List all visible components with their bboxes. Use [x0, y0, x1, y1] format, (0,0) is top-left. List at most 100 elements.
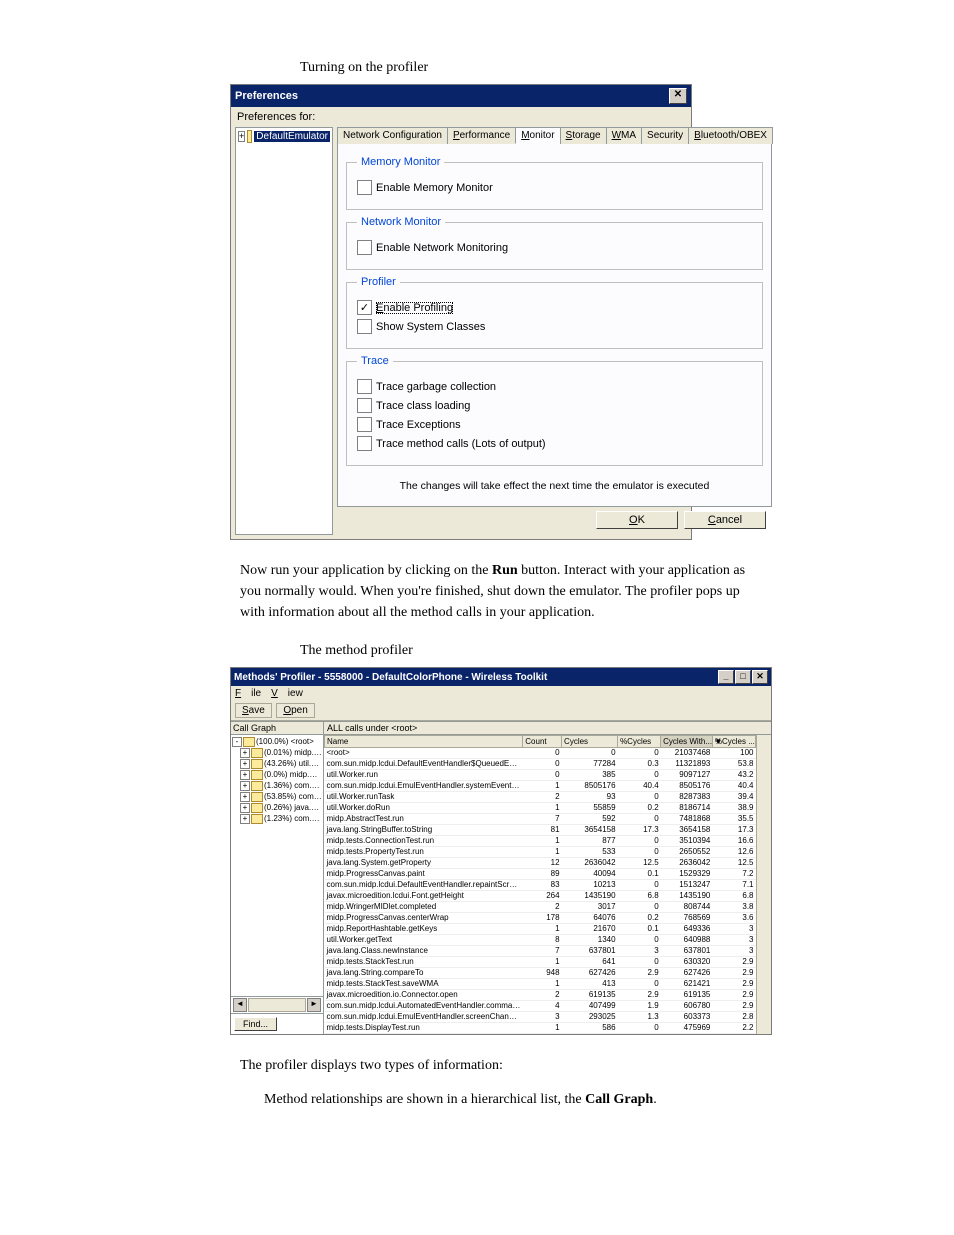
- checkbox-icon[interactable]: [357, 398, 372, 413]
- checkbox-row[interactable]: Enable Network Monitoring: [357, 240, 752, 255]
- tree-node[interactable]: +(53.85%) com.sun.midp.lcdui…: [232, 791, 322, 802]
- table-row[interactable]: javax.microedition.lcdui.Font.getHeight2…: [325, 891, 756, 902]
- method-table[interactable]: NameCountCycles%CyclesCycles With... ▼%C…: [324, 735, 756, 1034]
- table-row[interactable]: java.lang.StringBuffer.toString813654158…: [325, 825, 756, 836]
- table-row[interactable]: midp.ProgressCanvas.centerWrap178640760.…: [325, 913, 756, 924]
- close-button[interactable]: ✕: [752, 670, 768, 684]
- checkbox-icon[interactable]: [357, 240, 372, 255]
- checkbox-icon[interactable]: [357, 436, 372, 451]
- tree-node[interactable]: +(0.0%) midp.ProgressCanva…: [232, 769, 322, 780]
- scroll-right-icon[interactable]: ►: [307, 998, 321, 1012]
- tree-node[interactable]: +(0.01%) midp.tests.ThreadT…: [232, 747, 322, 758]
- expand-icon[interactable]: +: [240, 748, 250, 758]
- table-row[interactable]: java.lang.System.getProperty12263604212.…: [325, 858, 756, 869]
- cancel-button[interactable]: Cancel: [684, 511, 766, 529]
- table-row[interactable]: com.sun.midp.lcdui.EmulEventHandler.scre…: [325, 1012, 756, 1023]
- tab-bluetooth-obex[interactable]: Bluetooth/OBEX: [688, 127, 773, 144]
- tree-node[interactable]: -(100.0%) <root>: [232, 736, 322, 747]
- menu-file[interactable]: File: [235, 688, 261, 699]
- expand-icon[interactable]: +: [240, 770, 250, 780]
- table-row[interactable]: com.sun.midp.lcdui.DefaultEventHandler$Q…: [325, 759, 756, 770]
- checkbox-icon[interactable]: ✓: [357, 300, 372, 315]
- column-header[interactable]: %Cycles ...: [712, 736, 755, 748]
- column-header[interactable]: Cycles With... ▼: [661, 736, 713, 748]
- find-button[interactable]: Find...: [234, 1017, 277, 1031]
- table-row[interactable]: midp.tests.StackTest.run164106303202.9: [325, 957, 756, 968]
- table-row[interactable]: midp.ProgressCanvas.paint89400940.115293…: [325, 869, 756, 880]
- table-cell: util.Worker.runTask: [325, 792, 523, 803]
- table-cell: 35.5: [712, 814, 755, 825]
- table-row[interactable]: com.sun.midp.lcdui.AutomatedEventHandler…: [325, 1001, 756, 1012]
- tree-node[interactable]: +(1.36%) com.sun.midp.midlet…: [232, 780, 322, 791]
- checkbox-icon[interactable]: [357, 319, 372, 334]
- checkbox-icon[interactable]: [357, 180, 372, 195]
- method-table-pane: ALL calls under <root> NameCountCycles%C…: [324, 722, 771, 1034]
- checkbox-row[interactable]: Show System Classes: [357, 319, 752, 334]
- table-row[interactable]: midp.ReportHashtable.getKeys1216700.1649…: [325, 924, 756, 935]
- column-header[interactable]: Count: [523, 736, 562, 748]
- expand-icon[interactable]: +: [240, 781, 250, 791]
- minimize-button[interactable]: _: [718, 670, 734, 684]
- scroll-left-icon[interactable]: ◄: [233, 998, 247, 1012]
- table-row[interactable]: midp.tests.ConnectionTest.run18770351039…: [325, 836, 756, 847]
- tab-monitor[interactable]: Monitor: [515, 127, 560, 144]
- tree-node[interactable]: +(43.26%) util.Worker.run: [232, 758, 322, 769]
- table-row[interactable]: midp.tests.DisplayTest.run158604759692.2: [325, 1023, 756, 1034]
- tree-pane[interactable]: + DefaultEmulator: [235, 127, 333, 535]
- column-header[interactable]: Cycles: [562, 736, 618, 748]
- table-row[interactable]: java.lang.String.compareTo9486274262.962…: [325, 968, 756, 979]
- expand-icon[interactable]: +: [238, 131, 245, 142]
- tab-security[interactable]: Security: [641, 127, 689, 144]
- tab-network-configuration[interactable]: Network Configuration: [337, 127, 448, 144]
- tree-node[interactable]: +(1.23%) com.sun.midp.main…: [232, 813, 322, 824]
- checkbox-row[interactable]: Trace method calls (Lots of output): [357, 436, 752, 451]
- tab-wma[interactable]: WMA: [606, 127, 642, 144]
- close-button[interactable]: ✕: [669, 88, 687, 104]
- tree-node-root[interactable]: + DefaultEmulator: [238, 130, 330, 143]
- expand-icon[interactable]: +: [240, 814, 250, 824]
- collapse-icon[interactable]: -: [232, 737, 242, 747]
- menu-view[interactable]: View: [271, 688, 303, 699]
- table-row[interactable]: midp.tests.PropertyTest.run1533026505521…: [325, 847, 756, 858]
- table-row[interactable]: java.lang.Class.newInstance7637801363780…: [325, 946, 756, 957]
- table-cell: 3654158: [562, 825, 618, 836]
- table-row[interactable]: util.Worker.runTask2930828738339.4: [325, 792, 756, 803]
- checkbox-row[interactable]: ✓Enable Profiling: [357, 300, 752, 315]
- tree-node[interactable]: +(0.26%) java.util.TimerThrea…: [232, 802, 322, 813]
- table-cell: 0: [523, 759, 562, 770]
- table-row[interactable]: com.sun.midp.lcdui.EmulEventHandler.syst…: [325, 781, 756, 792]
- expand-icon[interactable]: +: [240, 803, 250, 813]
- checkbox-row[interactable]: Trace Exceptions: [357, 417, 752, 432]
- open-button[interactable]: Open: [276, 703, 314, 718]
- vertical-scrollbar[interactable]: [756, 735, 771, 1034]
- table-row[interactable]: javax.microedition.io.Connector.open2619…: [325, 990, 756, 1001]
- expand-icon[interactable]: +: [240, 792, 250, 802]
- table-row[interactable]: <root>00021037468100: [325, 748, 756, 759]
- group-network: Network Monitor Enable Network Monitorin…: [346, 216, 763, 270]
- call-graph-tree[interactable]: -(100.0%) <root>+(0.01%) midp.tests.Thre…: [231, 735, 323, 825]
- table-row[interactable]: util.Worker.run03850909712743.2: [325, 770, 756, 781]
- column-header[interactable]: Name: [325, 736, 523, 748]
- table-row[interactable]: midp.WringerMIDlet.completed230170808744…: [325, 902, 756, 913]
- checkbox-row[interactable]: Trace garbage collection: [357, 379, 752, 394]
- save-button[interactable]: Save: [235, 703, 272, 718]
- column-header[interactable]: %Cycles: [618, 736, 661, 748]
- table-row[interactable]: com.sun.midp.lcdui.DefaultEventHandler.r…: [325, 880, 756, 891]
- ok-button[interactable]: OK: [596, 511, 678, 529]
- tab-performance[interactable]: Performance: [447, 127, 516, 144]
- table-row[interactable]: midp.tests.StackTest.saveWMA141306214212…: [325, 979, 756, 990]
- checkbox-icon[interactable]: [357, 379, 372, 394]
- checkbox-icon[interactable]: [357, 417, 372, 432]
- table-cell: 43.2: [712, 770, 755, 781]
- tab-storage[interactable]: Storage: [560, 127, 607, 144]
- table-row[interactable]: midp.AbstractTest.run75920748186835.5: [325, 814, 756, 825]
- expand-icon[interactable]: +: [240, 759, 250, 769]
- horizontal-scrollbar[interactable]: ◄ ►: [231, 996, 323, 1013]
- table-row[interactable]: util.Worker.doRun1558590.2818671438.9: [325, 803, 756, 814]
- table-row[interactable]: util.Worker.getText8134006409883: [325, 935, 756, 946]
- checkbox-row[interactable]: Enable Memory Monitor: [357, 180, 752, 195]
- tree-node-label[interactable]: DefaultEmulator: [254, 131, 330, 142]
- checkbox-row[interactable]: Trace class loading: [357, 398, 752, 413]
- scroll-track[interactable]: [248, 998, 306, 1012]
- maximize-button[interactable]: □: [735, 670, 751, 684]
